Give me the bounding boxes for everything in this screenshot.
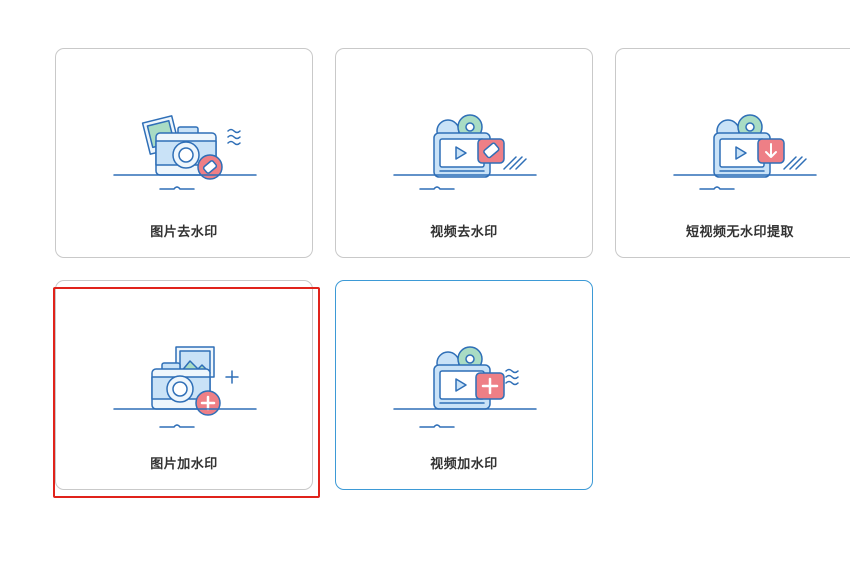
card-photo-add-watermark[interactable]: 图片加水印 xyxy=(55,280,313,490)
card-label: 图片去水印 xyxy=(150,224,218,239)
short-video-extract-icon xyxy=(673,114,817,190)
card-label: 短视频无水印提取 xyxy=(685,224,794,239)
video-add-watermark-icon xyxy=(393,346,537,428)
card-photo-remove-watermark[interactable]: 图片去水印 xyxy=(55,48,313,258)
card-label: 图片加水印 xyxy=(150,456,218,471)
photo-remove-watermark-icon xyxy=(113,115,257,190)
card-label: 视频加水印 xyxy=(430,456,498,471)
card-label: 视频去水印 xyxy=(430,224,498,239)
card-video-remove-watermark[interactable]: 视频去水印 xyxy=(335,48,593,258)
card-video-add-watermark[interactable]: 视频加水印 xyxy=(335,280,593,490)
card-short-video-extract[interactable]: 短视频无水印提取 xyxy=(615,48,850,258)
photo-add-watermark-icon xyxy=(113,346,257,428)
video-remove-watermark-icon xyxy=(393,114,537,190)
